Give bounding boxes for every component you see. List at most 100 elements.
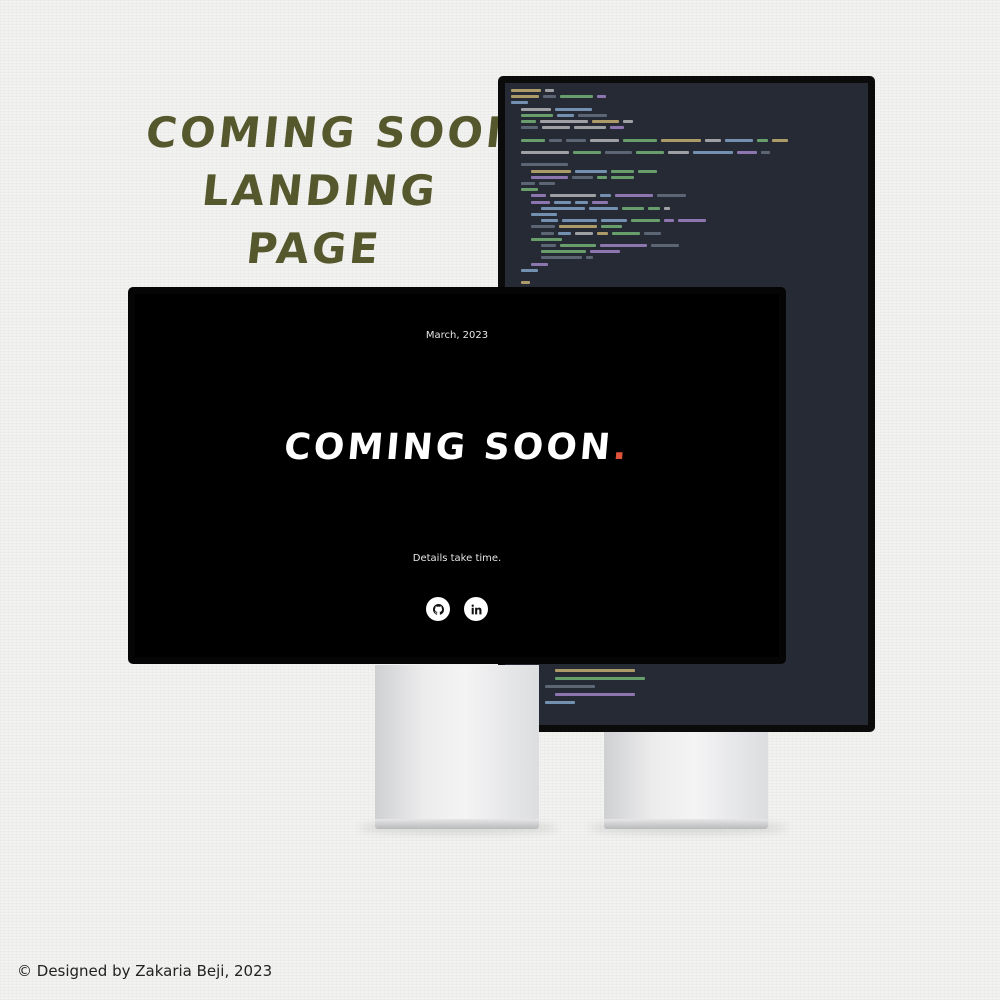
- code-token: [622, 138, 657, 142]
- code-token: [555, 669, 635, 672]
- code-token: [541, 256, 583, 260]
- code-token: [558, 231, 572, 235]
- code-token: [622, 206, 644, 210]
- code-token: [600, 219, 627, 223]
- code-token: [561, 219, 597, 223]
- code-token: [678, 219, 707, 223]
- code-token: [541, 206, 585, 210]
- code-token: [511, 101, 529, 105]
- linkedin-icon: [471, 604, 481, 614]
- github-button[interactable]: [426, 597, 450, 621]
- code-token: [558, 225, 598, 229]
- github-icon: [432, 603, 444, 615]
- social-links: [135, 597, 779, 621]
- code-token: [657, 194, 686, 198]
- code-token: [521, 281, 530, 285]
- headline-line-1: COMING SOON: [143, 108, 527, 157]
- coming-soon-screen: March, 2023 COMING SOON. Details take ti…: [135, 294, 779, 657]
- code-token: [638, 169, 657, 173]
- title-accent-dot: .: [611, 427, 632, 468]
- code-token: [550, 194, 596, 198]
- designer-credit: © Designed by Zakaria Beji, 2023: [17, 962, 273, 980]
- code-token: [541, 126, 570, 130]
- code-token: [531, 169, 571, 173]
- code-token: [521, 120, 536, 123]
- launch-date: March, 2023: [425, 330, 489, 341]
- code-token: [521, 107, 551, 111]
- code-token: [531, 175, 569, 179]
- code-token: [736, 151, 758, 154]
- code-token: [622, 120, 633, 123]
- code-token: [578, 113, 607, 117]
- code-token: [586, 256, 593, 260]
- code-token: [542, 95, 556, 99]
- code-token: [756, 138, 769, 142]
- code-token: [574, 169, 608, 173]
- code-token: [724, 138, 753, 142]
- code-token: [596, 231, 609, 235]
- code-token: [555, 693, 635, 696]
- code-token: [531, 213, 557, 216]
- code-token: [545, 685, 595, 688]
- code-token: [521, 113, 554, 117]
- code-token: [541, 231, 555, 235]
- code-token: [521, 138, 546, 142]
- code-token: [604, 151, 633, 154]
- headline: COMING SOON LANDING PAGE: [131, 104, 527, 278]
- code-token: [511, 89, 541, 92]
- code-token: [557, 113, 575, 117]
- code-token: [521, 268, 539, 272]
- code-token: [573, 151, 601, 154]
- linkedin-button[interactable]: [464, 597, 488, 621]
- code-token: [660, 138, 702, 142]
- headline-line-3: PAGE: [244, 224, 384, 273]
- code-token: [538, 182, 556, 185]
- code-token: [575, 231, 593, 235]
- monitor-stand-left: [375, 665, 539, 820]
- landscape-monitor: March, 2023 COMING SOON. Details take ti…: [128, 287, 786, 664]
- coming-soon-title-text: COMING SOON: [282, 427, 615, 468]
- code-token: [647, 206, 661, 210]
- code-token: [600, 244, 647, 247]
- monitor-stand-base-right: [604, 819, 768, 829]
- code-token: [573, 126, 606, 130]
- code-token: [609, 126, 625, 130]
- code-token: [599, 194, 611, 198]
- code-token: [630, 219, 660, 223]
- code-token: [554, 200, 571, 204]
- code-token: [612, 231, 640, 235]
- code-token: [592, 120, 619, 123]
- code-token: [650, 244, 679, 247]
- code-token: [611, 169, 634, 173]
- code-token: [692, 151, 733, 154]
- code-token: [531, 237, 563, 241]
- code-token: [663, 219, 675, 223]
- monitor-stand-base-left: [375, 819, 539, 829]
- code-token: [664, 206, 670, 210]
- code-token: [531, 200, 551, 204]
- code-token: [531, 262, 549, 266]
- headline-line-2: LANDING: [199, 166, 441, 215]
- coming-soon-title: COMING SOON.: [135, 427, 779, 468]
- code-token: [601, 225, 622, 229]
- code-token: [521, 163, 569, 167]
- code-token: [614, 194, 654, 198]
- code-token: [592, 200, 609, 204]
- code-token: [544, 89, 554, 92]
- code-token: [611, 175, 635, 179]
- code-token: [668, 151, 689, 154]
- code-token: [597, 95, 606, 99]
- code-token: [636, 151, 665, 154]
- code-token: [554, 107, 592, 111]
- code-token: [588, 206, 619, 210]
- code-token: [643, 231, 662, 235]
- code-token: [531, 225, 555, 229]
- code-token: [555, 677, 645, 680]
- code-token: [521, 188, 539, 192]
- code-token: [590, 250, 621, 254]
- code-token: [545, 701, 575, 704]
- code-token: [566, 138, 586, 142]
- code-token: [572, 175, 594, 179]
- code-token: [511, 95, 539, 99]
- code-token: [521, 151, 570, 154]
